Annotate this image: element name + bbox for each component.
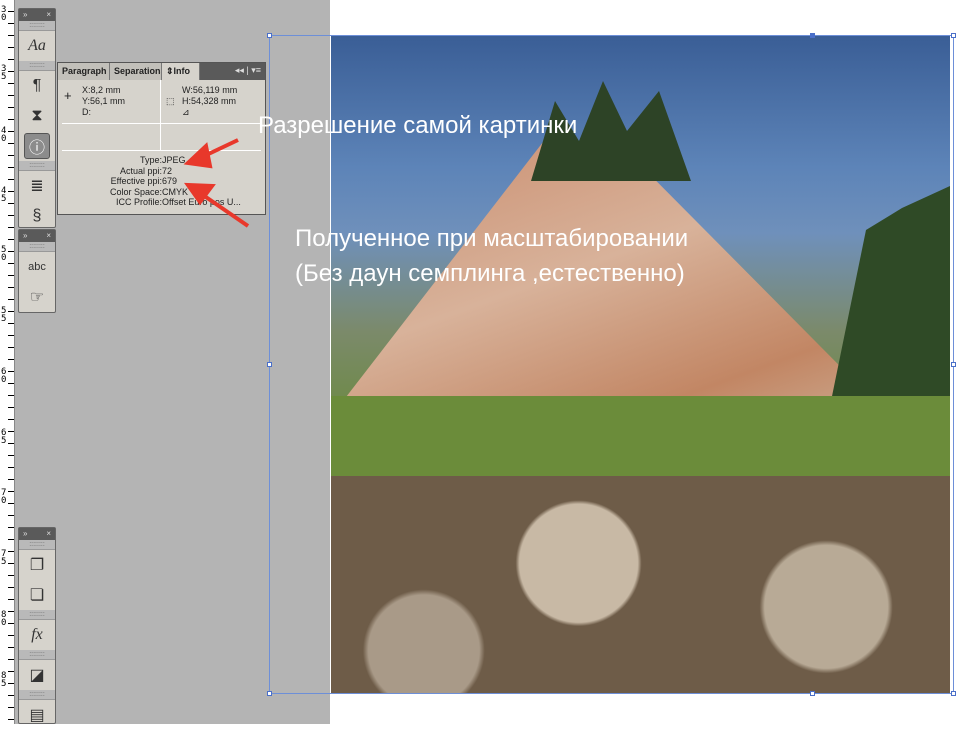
annotation-text-2b: (Без даун семплинга ,естественно) [295, 260, 685, 287]
arrow-to-effective-ppi [198, 191, 250, 228]
annotation-text-2a: Полученное при масштабировании [295, 225, 689, 252]
arrow-head [183, 142, 213, 169]
annotation-text-1: Разрешение самой картинки [258, 112, 578, 139]
annotation-arrows [183, 138, 250, 228]
